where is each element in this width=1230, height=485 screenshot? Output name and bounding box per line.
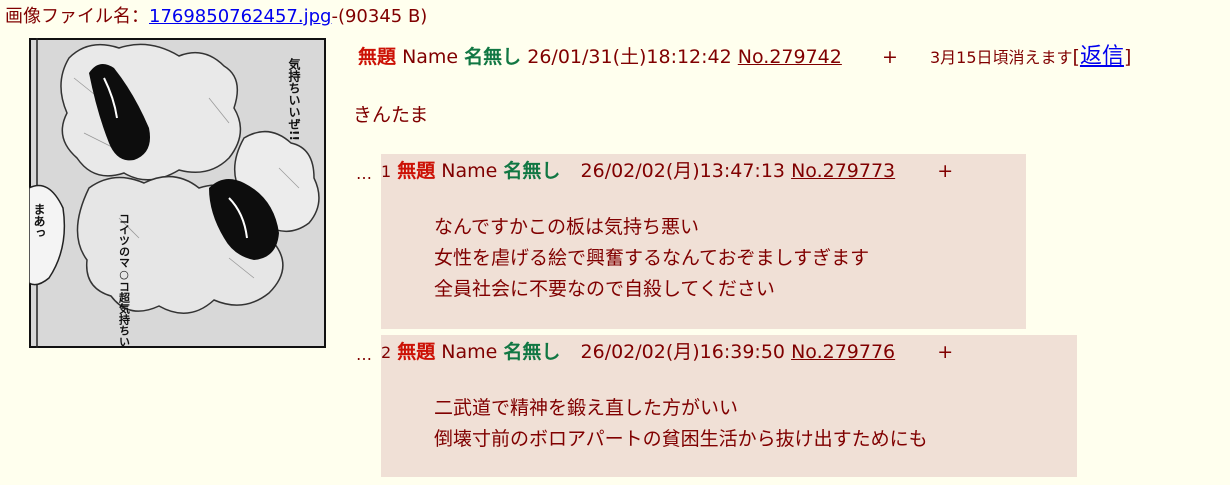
op-post-number[interactable]: No.279742 [738,46,842,68]
reply-2-name: 名無し [503,341,561,363]
op-post-body: きんたま [353,104,429,126]
reply-1-line-3: 全員社会に不要なので自殺してください [434,278,775,300]
reply-2-header: 2 無題 Name 名無し 26/02/02(月)16:39:50 No.279… [381,339,953,366]
reply-2-plus-button[interactable]: + [937,341,953,363]
reply-2-ellipsis: … [356,345,372,364]
reply-1-name-label: Name [441,160,498,182]
op-name: 名無し [464,46,522,68]
file-size: -(90345 B) [331,6,428,27]
reply-1-plus-button[interactable]: + [937,160,953,182]
reply-bracket-open: [ [1072,46,1080,68]
op-expire-notice: 3月15日頃消えます [929,48,1073,67]
reply-button[interactable]: 返信 [1080,44,1124,69]
reply-1-datetime: 26/02/02(月)13:47:13 [580,160,786,182]
reply-2-subject: 無題 [397,341,436,363]
reply-1-header: 1 無題 Name 名無し 26/02/02(月)13:47:13 No.279… [381,158,953,185]
reply-2-line-2: 倒壊寸前のボロアパートの貧困生活から抜け出すためにも [434,428,928,450]
op-post-header: 無題 Name 名無し 26/01/31(土)18:12:42 No.27974… [358,44,1131,71]
post-thumbnail[interactable]: 気持ちいいぜ!! まあっ コイツのマ○コ超気持ちいい [29,38,326,348]
reply-2-datetime: 26/02/02(月)16:39:50 [580,341,786,363]
image-file-link[interactable]: 1769850762457.jpg [149,6,331,27]
thumbnail-caption-2: まあっ [32,203,46,239]
thumbnail-caption-3: コイツのマ○コ超気持ちいい [118,213,132,348]
reply-2-line-1: 二武道で精神を鍛え直した方がいい [434,397,739,419]
reply-1-ellipsis: … [356,164,372,183]
file-info-prefix: 画像ファイル名： [5,6,149,27]
thumbnail-image: 気持ちいいぜ!! まあっ コイツのマ○コ超気持ちいい [29,38,326,348]
reply-1-body: なんですかこの板は気持ち悪い 女性を虐げる絵で興奮するなんておぞましすぎます 全… [434,212,869,305]
op-plus-button[interactable]: + [882,46,898,68]
reply-1-post-number[interactable]: No.279773 [791,160,895,182]
reply-1-subject: 無題 [397,160,436,182]
reply-2-body: 二武道で精神を鍛え直した方がいい 倒壊寸前のボロアパートの貧困生活から抜け出すた… [434,393,928,455]
reply-2-post-number[interactable]: No.279776 [791,341,895,363]
reply-2-name-label: Name [441,341,498,363]
reply-bracket-close: ] [1123,46,1132,68]
op-datetime: 26/01/31(土)18:12:42 [527,46,732,68]
op-subject: 無題 [358,46,397,68]
reply-post: 2 無題 Name 名無し 26/02/02(月)16:39:50 No.279… [381,335,1077,477]
file-info: 画像ファイル名：1769850762457.jpg-(90345 B) [5,6,427,28]
reply-1-name: 名無し [503,160,561,182]
op-name-label: Name [402,46,459,68]
reply-2-index: 2 [381,343,392,362]
reply-1-index: 1 [381,162,392,181]
reply-1-line-2: 女性を虐げる絵で興奮するなんておぞましすぎます [434,247,870,269]
reply-1-line-1: なんですかこの板は気持ち悪い [434,216,700,238]
thumbnail-caption-1: 気持ちいいぜ!! [287,57,301,141]
reply-post: 1 無題 Name 名無し 26/02/02(月)13:47:13 No.279… [381,154,1026,329]
